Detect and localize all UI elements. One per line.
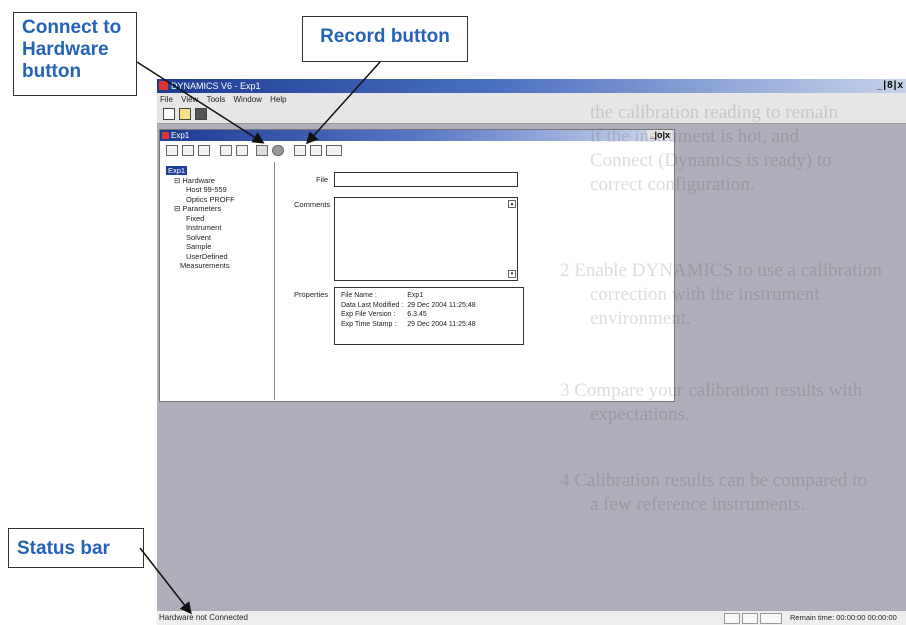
status-cell xyxy=(724,613,740,624)
scroll-up-icon[interactable]: ▴ xyxy=(508,200,516,208)
tree-item-exp1[interactable]: Exp1 xyxy=(166,166,188,175)
prop-modified-label: Data Last Modified : xyxy=(341,301,404,309)
app-title-bar: DYNAMICS V6 - Exp1 _|8|x xyxy=(157,79,906,93)
status-bar: Hardware not Connected Remain time: 00:0… xyxy=(157,610,906,625)
tree-item-hardware[interactable]: Hardware xyxy=(182,176,215,185)
main-toolbar xyxy=(157,106,906,124)
scroll-down-icon[interactable]: ▾ xyxy=(508,270,516,278)
menu-view[interactable]: View xyxy=(181,95,198,104)
callout-record-button: Record button xyxy=(302,16,468,62)
child-title-bar: Exp1 _|o|x xyxy=(160,130,674,141)
status-cell xyxy=(742,613,758,624)
prop-file-name-label: File Name : xyxy=(341,292,377,299)
callout-status-bar: Status bar xyxy=(8,528,144,568)
menu-help[interactable]: Help xyxy=(270,95,286,104)
tree-item-parameters[interactable]: Parameters xyxy=(182,204,221,213)
remain-time: Remain time: 00:00:00 00:00:00 xyxy=(790,613,897,622)
app-window: DYNAMICS V6 - Exp1 _|8|x File View Tools… xyxy=(157,79,906,624)
child-logo-icon xyxy=(162,132,169,139)
open-folder-icon[interactable] xyxy=(179,108,191,120)
properties-panel: File Name : Exp1 Data Last Modified :29 D… xyxy=(334,287,524,345)
child-title: Exp1 xyxy=(171,131,190,140)
tree-item-sample[interactable]: Sample xyxy=(166,242,235,252)
save-icon[interactable] xyxy=(195,108,207,120)
experiment-tree: Exp1 ⊟ Hardware Host 99-559 Optics PROFF… xyxy=(166,166,235,271)
file-field[interactable] xyxy=(334,172,518,187)
window-controls[interactable]: _|8|x xyxy=(877,79,904,93)
comments-label: Comments xyxy=(294,200,331,209)
prop-modified: 29 Dec 2004 11:25:48 xyxy=(407,301,476,309)
tree-item-solvent[interactable]: Solvent xyxy=(166,233,235,243)
prop-file-name: Exp1 xyxy=(407,292,424,299)
prop-version: 6.3.45 xyxy=(407,311,427,318)
prop-stamp: 29 Dec 2004 11:25:48 xyxy=(407,320,476,328)
tree-item-instrument[interactable]: Instrument xyxy=(166,223,235,233)
callout-connect-to-hardware: Connect to Hardware button xyxy=(13,12,137,96)
child-toolbar xyxy=(160,141,674,159)
comments-field[interactable]: ▴ ▾ xyxy=(334,197,518,281)
properties-label: Properties xyxy=(294,290,329,299)
graph-view-icon[interactable] xyxy=(236,145,248,156)
connect-hardware-button[interactable] xyxy=(256,145,268,156)
child-window-controls[interactable]: _|o|x xyxy=(647,130,672,140)
menu-window[interactable]: Window xyxy=(233,95,261,104)
new-file-icon[interactable] xyxy=(163,108,175,120)
record-button[interactable] xyxy=(272,145,284,156)
export-icon[interactable] xyxy=(326,145,342,156)
list-view-icon[interactable] xyxy=(182,145,194,156)
menu-tools[interactable]: Tools xyxy=(207,95,226,104)
pane-divider[interactable] xyxy=(274,162,275,400)
prop-version-label: Exp File Version : xyxy=(341,311,396,318)
exp-child-window: Exp1 _|o|x Exp1 ⊟ Hardware Host 99-559 O… xyxy=(159,129,675,402)
file-label: File xyxy=(316,175,329,184)
settings-icon[interactable] xyxy=(310,145,322,156)
app-logo-icon xyxy=(159,81,168,90)
tree-item-optics[interactable]: Optics PROFF xyxy=(166,195,235,205)
tree-item-fixed[interactable]: Fixed xyxy=(166,214,235,224)
chart-view-icon[interactable] xyxy=(220,145,232,156)
app-title: DYNAMICS V6 - Exp1 xyxy=(171,81,261,91)
status-cell xyxy=(760,613,782,624)
status-message: Hardware not Connected xyxy=(159,613,248,622)
options-icon[interactable] xyxy=(294,145,306,156)
tree-item-userdefined[interactable]: UserDefined xyxy=(166,252,235,262)
tree-item-measurements[interactable]: Measurements xyxy=(166,261,235,271)
prop-stamp-label: Exp Time Stamp : xyxy=(341,320,397,328)
tree-view-icon[interactable] xyxy=(166,145,178,156)
menu-file[interactable]: File xyxy=(160,95,173,104)
menu-bar: File View Tools Window Help xyxy=(157,93,906,106)
table-view-icon[interactable] xyxy=(198,145,210,156)
tree-item-host[interactable]: Host 99-559 xyxy=(166,185,235,195)
